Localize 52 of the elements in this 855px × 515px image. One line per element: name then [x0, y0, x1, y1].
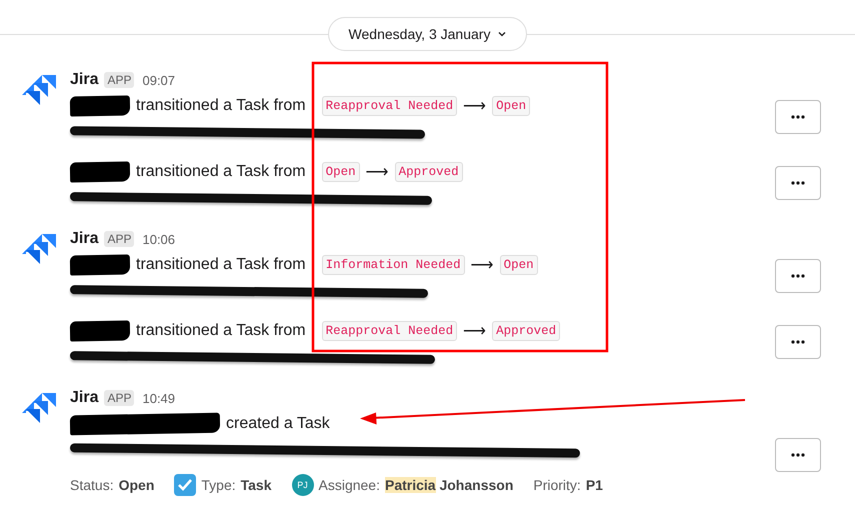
more-icon — [791, 115, 805, 119]
assignee-avatar: PJ — [292, 474, 314, 496]
message-text: transitioned a Task from — [136, 256, 306, 274]
sender-name[interactable]: Jira — [70, 389, 98, 407]
more-icon — [791, 274, 805, 278]
app-badge: APP — [104, 72, 134, 88]
sender-name[interactable]: Jira — [70, 71, 98, 89]
more-icon — [791, 181, 805, 185]
status-code: Information Needed — [322, 255, 465, 275]
redaction-mark — [70, 95, 130, 117]
more-actions-button[interactable] — [775, 259, 821, 293]
field-label: Priority: — [533, 477, 581, 493]
date-divider-button[interactable]: Wednesday, 3 January — [328, 17, 528, 51]
arrow-text: ⟶ — [463, 322, 486, 341]
timestamp[interactable]: 10:49 — [142, 390, 176, 406]
status-code: Reapproval Needed — [322, 96, 458, 116]
timestamp[interactable]: 09:07 — [142, 72, 176, 88]
more-actions-button[interactable] — [775, 166, 821, 200]
field-label: Assignee: — [318, 477, 380, 493]
message-text: transitioned a Task from — [136, 322, 306, 340]
field-value: P1 — [586, 477, 603, 493]
redaction-mark — [70, 254, 130, 276]
app-badge: APP — [104, 390, 134, 406]
message-text: transitioned a Task from — [136, 163, 306, 181]
status-code: Open — [492, 96, 530, 116]
more-actions-button[interactable] — [775, 100, 821, 134]
field-value: Patricia Johansson — [384, 477, 514, 493]
arrow-text: ⟶ — [366, 163, 389, 182]
app-badge: APP — [104, 231, 134, 247]
arrow-text: ⟶ — [470, 256, 494, 275]
status-code: Approved — [492, 321, 560, 341]
sender-name[interactable]: Jira — [70, 230, 98, 248]
message-text: transitioned a Task from — [136, 97, 306, 115]
more-icon — [791, 453, 805, 457]
field-value: Task — [240, 477, 272, 493]
more-actions-button[interactable] — [775, 325, 821, 359]
status-code: Approved — [394, 162, 463, 182]
field-label: Type: — [201, 477, 236, 493]
status-code: Reapproval Needed — [322, 321, 458, 341]
status-code: Open — [500, 255, 538, 275]
arrow-text: ⟶ — [463, 97, 486, 116]
redaction-mark — [70, 161, 130, 183]
checkbox-icon — [174, 474, 196, 496]
caret-icon — [498, 31, 506, 37]
status-code: Open — [322, 162, 360, 182]
more-actions-button[interactable] — [775, 438, 821, 472]
field-label: Status: — [70, 477, 114, 493]
field-value: Open — [118, 477, 154, 493]
more-icon — [791, 340, 805, 344]
timestamp[interactable]: 10:06 — [142, 232, 176, 246]
message-text: created a Task — [226, 415, 330, 433]
redaction-mark — [70, 320, 130, 342]
